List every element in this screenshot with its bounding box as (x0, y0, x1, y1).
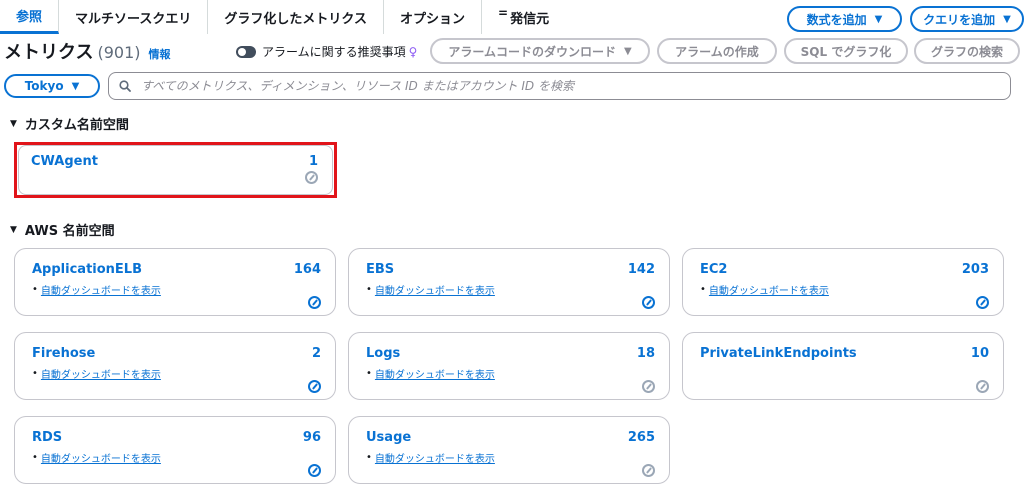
custom-namespaces-heading-text: カスタム名前空間 (24, 118, 129, 133)
tab-source-label: 発信元 (510, 11, 550, 27)
caret-down-icon: ▼ (874, 13, 883, 25)
download-alarm-code-label: アラームコードのダウンロード (448, 44, 616, 59)
create-alarm-label: アラームの作成 (675, 44, 759, 59)
info-link[interactable]: 情報 (149, 46, 171, 62)
search-bar (108, 72, 1011, 100)
namespace-card-usage[interactable]: Usage 265 • 自動ダッシュボードを表示 (348, 416, 670, 484)
download-alarm-code-button[interactable]: アラームコードのダウンロード ▼ (430, 38, 650, 64)
namespace-count: 18 (636, 346, 655, 361)
namespace-name: Logs (366, 346, 401, 361)
caret-down-icon: ▼ (1003, 13, 1011, 25)
namespace-card-ebs[interactable]: EBS 142 • 自動ダッシュボードを表示 (348, 248, 670, 316)
namespace-name: ApplicationELB (32, 262, 142, 277)
region-selector[interactable]: Tokyo ▼ (4, 74, 100, 98)
create-alarm-button[interactable]: アラームの作成 (657, 38, 777, 64)
tab-browse[interactable]: 参照 (0, 0, 60, 34)
metrics-count: (901) (97, 43, 141, 62)
aws-namespaces-heading-text: AWS 名前空間 (24, 224, 115, 239)
add-query-button[interactable]: クエリを追加 ▼ (910, 6, 1024, 32)
automatic-dashboard-link[interactable]: 自動ダッシュボードを表示 (41, 282, 161, 297)
tab-options[interactable]: オプション (384, 0, 483, 34)
tab-graphed-metrics-label: グラフ化したメトリクス (224, 11, 367, 27)
automatic-dashboard-link[interactable]: 自動ダッシュボードを表示 (375, 282, 495, 297)
aws-namespaces-heading[interactable]: ▼ AWS 名前空間 (10, 220, 115, 239)
automatic-dashboard-link[interactable]: 自動ダッシュボードを表示 (375, 450, 495, 465)
automatic-dashboard-link[interactable]: 自動ダッシュボードを表示 (41, 366, 161, 381)
dashboard-link-row: • 自動ダッシュボードを表示 (366, 450, 495, 465)
search-graph-label: グラフの検索 (930, 44, 1003, 59)
dashboard-link-row: • 自動ダッシュボードを表示 (32, 366, 161, 381)
namespace-card-rds[interactable]: RDS 96 • 自動ダッシュボードを表示 (14, 416, 336, 484)
namespace-count: 164 (293, 262, 321, 277)
page-title-text: メトリクス (4, 42, 94, 63)
compass-icon (642, 464, 655, 477)
tab-browse-label: 参照 (16, 10, 43, 25)
dashboard-link-row: • 自動ダッシュボードを表示 (366, 366, 495, 381)
compass-icon[interactable] (976, 296, 989, 309)
namespace-count: 96 (302, 430, 321, 445)
page-title: メトリクス (901) 情報 (4, 38, 171, 64)
namespace-card-ec2[interactable]: EC2 203 • 自動ダッシュボードを表示 (682, 248, 1004, 316)
dashboard-link-row: • 自動ダッシュボードを表示 (32, 282, 161, 297)
automatic-dashboard-link[interactable]: 自動ダッシュボードを表示 (375, 366, 495, 381)
namespace-name: Usage (366, 430, 412, 445)
namespace-count: 10 (970, 346, 989, 361)
namespace-name: EC2 (700, 262, 728, 277)
dashboard-link-row: • 自動ダッシュボードを表示 (32, 450, 161, 465)
caret-down-icon: ▼ (10, 118, 17, 129)
compass-icon[interactable] (308, 380, 321, 393)
search-graph-button[interactable]: グラフの検索 (914, 38, 1020, 64)
tab-bar: 参照 マルチソースクエリ グラフ化したメトリクス オプション = 発信元 (0, 0, 565, 34)
namespace-name: Firehose (32, 346, 96, 361)
tab-options-label: オプション (400, 11, 466, 27)
tab-multi-source-query-label: マルチソースクエリ (75, 11, 192, 27)
tab-source[interactable]: = 発信元 (482, 0, 565, 34)
compass-icon[interactable] (308, 296, 321, 309)
alarm-recommendations-toggle[interactable] (236, 45, 256, 58)
dashboard-link-row: • 自動ダッシュボードを表示 (700, 282, 829, 297)
tab-graphed-metrics[interactable]: グラフ化したメトリクス (208, 0, 384, 34)
alarm-recommendations-label: アラームに関する推奨事項 (262, 45, 406, 59)
highlight-box (14, 142, 337, 198)
alarm-recommendations-toggle-wrap: アラームに関する推奨事項 ♀ (236, 43, 417, 60)
namespace-count: 2 (311, 346, 321, 361)
namespace-count: 265 (627, 430, 655, 445)
namespace-card-privatelinkendpoints[interactable]: PrivateLinkEndpoints 10 (682, 332, 1004, 400)
add-formula-button[interactable]: 数式を追加 ▼ (787, 6, 902, 32)
compass-icon (642, 380, 655, 393)
automatic-dashboard-link[interactable]: 自動ダッシュボードを表示 (709, 282, 829, 297)
equals-icon: = (498, 6, 509, 20)
graph-with-sql-label: SQL でグラフ化 (800, 44, 892, 59)
graph-with-sql-button[interactable]: SQL でグラフ化 (784, 38, 908, 64)
caret-down-icon: ▼ (623, 45, 632, 57)
caret-down-icon: ▼ (71, 80, 80, 92)
namespace-card-firehose[interactable]: Firehose 2 • 自動ダッシュボードを表示 (14, 332, 336, 400)
compass-icon[interactable] (642, 296, 655, 309)
namespace-card-logs[interactable]: Logs 18 • 自動ダッシュボードを表示 (348, 332, 670, 400)
namespace-name: RDS (32, 430, 63, 445)
caret-down-icon: ▼ (10, 224, 17, 235)
search-input[interactable] (139, 78, 1003, 94)
region-label: Tokyo (24, 79, 64, 93)
add-formula-label: 数式を追加 (806, 12, 867, 27)
namespace-count: 142 (627, 262, 655, 277)
compass-icon[interactable] (308, 464, 321, 477)
lightbulb-icon: ♀ (408, 44, 418, 59)
add-query-label: クエリを追加 (923, 12, 996, 27)
search-icon (119, 80, 131, 92)
compass-icon (976, 380, 989, 393)
dashboard-link-row: • 自動ダッシュボードを表示 (366, 282, 495, 297)
automatic-dashboard-link[interactable]: 自動ダッシュボードを表示 (41, 450, 161, 465)
namespace-card-applicationelb[interactable]: ApplicationELB 164 • 自動ダッシュボードを表示 (14, 248, 336, 316)
tab-multi-source-query[interactable]: マルチソースクエリ (59, 0, 209, 34)
custom-namespaces-heading[interactable]: ▼ カスタム名前空間 (10, 114, 129, 133)
namespace-count: 203 (961, 262, 989, 277)
namespace-name: EBS (366, 262, 395, 277)
namespace-name: PrivateLinkEndpoints (700, 346, 857, 361)
